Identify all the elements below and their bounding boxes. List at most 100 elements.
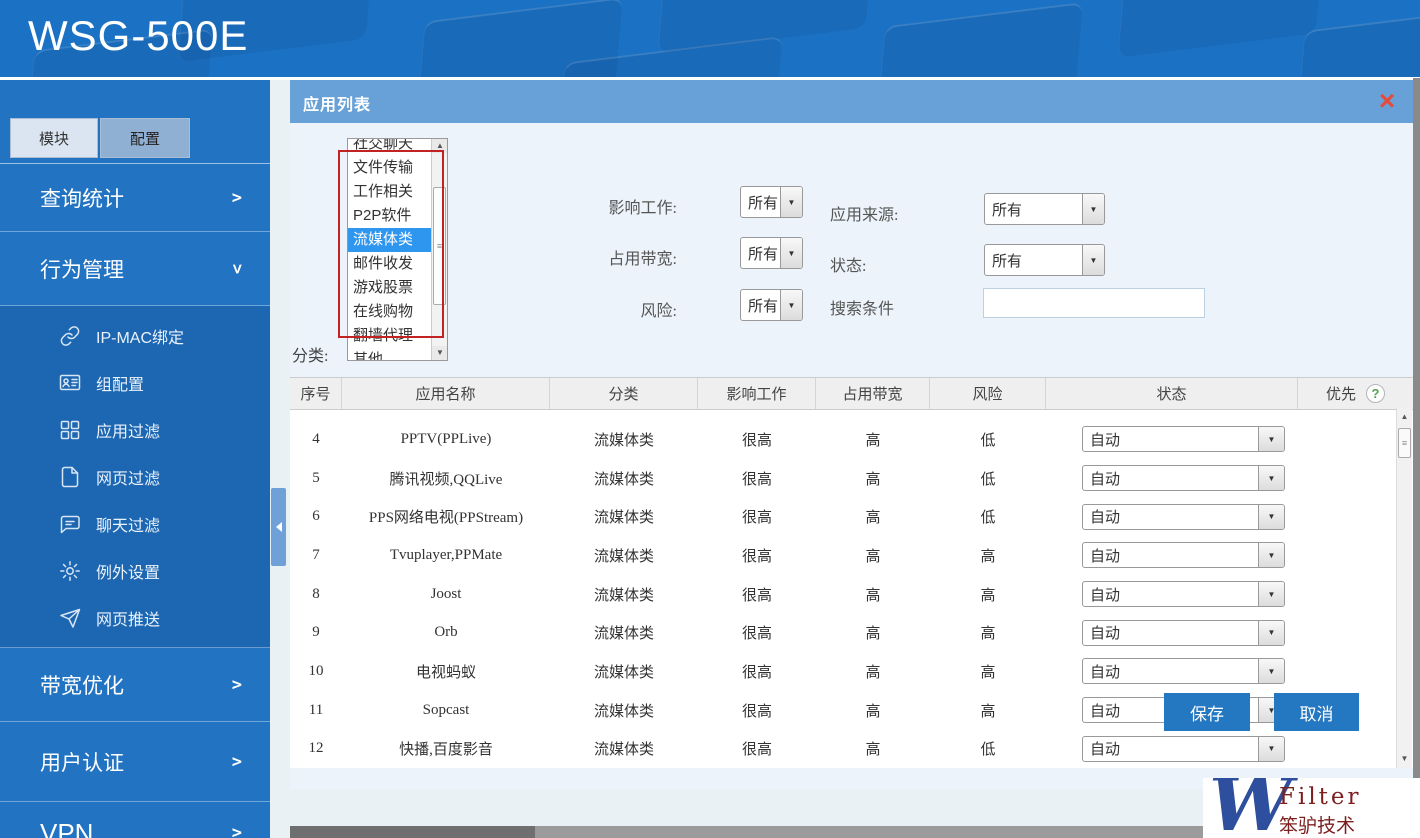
cell-no: 8 [290,586,342,603]
search-label: 搜索条件 [830,295,960,319]
column-header-impact: 影响工作 [698,378,816,409]
chevron-down-icon[interactable]: ▼ [1258,737,1284,761]
sidebar-item-ip-mac-binding[interactable]: IP-MAC绑定 [0,312,270,359]
sidebar-item-group-config[interactable]: 组配置 [0,359,270,406]
chevron-down-icon[interactable]: ▼ [1082,194,1104,224]
chat-icon [58,512,82,536]
grip-icon: ≡ [1402,438,1407,448]
chevron-right-icon: > [232,188,242,208]
bandwidth-select[interactable]: 所有 ▼ [740,237,803,269]
sidebar-collapse-handle[interactable] [271,488,286,566]
filter-label-status: 状态: [830,252,960,276]
scroll-up-icon[interactable]: ▲ [432,139,448,153]
list-item[interactable]: 邮件收发 [348,252,431,276]
list-item[interactable]: 在线购物 [348,300,431,324]
chevron-down-icon[interactable]: ▼ [1082,245,1104,275]
cell-no: 10 [290,663,342,680]
list-item-selected[interactable]: 流媒体类 [348,228,431,252]
list-item[interactable]: P2P软件 [348,204,431,228]
sidebar-item-label: 例外设置 [96,559,160,583]
list-item[interactable]: 文件传输 [348,156,431,180]
sidebar-item-app-filter[interactable]: 应用过滤 [0,406,270,453]
risk-select[interactable]: 所有 ▼ [740,289,803,321]
save-button[interactable]: 保存 [1164,693,1250,731]
select-value: 所有 [741,187,780,217]
chevron-down-icon[interactable]: ▼ [1258,466,1284,490]
help-icon[interactable]: ? [1366,384,1385,403]
status-select[interactable]: 自动▼ [1082,581,1285,607]
status-select[interactable]: 自动▼ [1082,658,1285,684]
table-vertical-scrollbar[interactable]: ▲ ≡ ▼ [1396,408,1412,768]
chevron-down-icon[interactable]: ▼ [780,290,802,320]
sidebar-item-web-filter[interactable]: 网页过滤 [0,453,270,500]
scroll-down-icon[interactable]: ▼ [1397,752,1412,766]
close-icon[interactable]: × [1370,84,1404,118]
cell-category: 流媒体类 [550,661,698,682]
table-scrollbar-thumb[interactable]: ≡ [1398,428,1411,458]
collapse-left-icon [276,522,282,532]
category-listbox[interactable]: 社交聊天 文件传输 工作相关 P2P软件 流媒体类 邮件收发 游戏股票 在线购物… [347,138,448,361]
list-item[interactable]: 游戏股票 [348,276,431,300]
select-value: 自动 [1083,427,1258,451]
chevron-down-icon[interactable]: ▼ [1258,582,1284,606]
chevron-down-icon[interactable]: ▼ [1258,621,1284,645]
cell-category: 流媒体类 [550,738,698,759]
cancel-button[interactable]: 取消 [1274,693,1359,731]
status-select[interactable]: 自动▼ [1082,465,1285,491]
listbox-scrollbar[interactable]: ▲ ≡ ▼ [431,139,447,360]
sidebar-item-chat-filter[interactable]: 聊天过滤 [0,500,270,547]
cell-category: 流媒体类 [550,468,698,489]
app-list-panel: 应用列表 × 社交聊天 文件传输 工作相关 P2P软件 流媒体类 邮件收发 游戏… [290,80,1413,790]
cell-bandwidth: 高 [816,622,930,643]
chevron-down-icon[interactable]: ▼ [780,238,802,268]
select-value: 自动 [1083,582,1258,606]
sidebar-item-label: 网页过滤 [96,465,160,489]
cell-impact: 很高 [698,738,816,759]
sidebar-item-behavior-mgmt[interactable]: 行为管理 > [0,232,270,306]
search-input[interactable] [983,288,1205,318]
chevron-down-icon[interactable]: ▼ [1258,543,1284,567]
horizontal-scrollbar-thumb[interactable] [290,826,535,838]
list-item[interactable]: 翻墙代理 [348,324,431,348]
scroll-down-icon[interactable]: ▼ [432,346,448,360]
list-item[interactable]: 工作相关 [348,180,431,204]
sidebar-item-query-stats[interactable]: 查询统计 > [0,164,270,232]
select-value: 自动 [1083,737,1258,761]
cell-bandwidth: 高 [816,661,930,682]
impact-select[interactable]: 所有 ▼ [740,186,803,218]
chevron-down-icon[interactable]: ▼ [780,187,802,217]
scroll-up-icon[interactable]: ▲ [1397,410,1412,424]
sidebar-item-bandwidth-opt[interactable]: 带宽优化 > [0,648,270,722]
tab-config[interactable]: 配置 [100,118,190,158]
sidebar-item-web-push[interactable]: 网页推送 [0,594,270,641]
list-item[interactable]: 其他 [348,348,431,360]
source-select[interactable]: 所有 ▼ [984,193,1105,225]
sidebar-item-exception-settings[interactable]: 例外设置 [0,547,270,594]
status-select[interactable]: 自动▼ [1082,736,1285,762]
status-select[interactable]: 自动▼ [1082,542,1285,568]
table-row: 12 快播,百度影音 流媒体类 很高 高 低 自动▼ [290,729,1413,768]
sidebar-nav: 查询统计 > 行为管理 > IP-MAC绑定 组配置 应用过滤 网页过滤 [0,163,270,838]
sidebar-item-user-auth[interactable]: 用户认证 > [0,722,270,802]
chevron-down-icon[interactable]: ▼ [1258,505,1284,529]
status-select[interactable]: 自动▼ [1082,504,1285,530]
grip-icon: ≡ [437,241,442,251]
status-filter-select[interactable]: 所有 ▼ [984,244,1105,276]
cell-risk: 低 [930,468,1046,489]
cell-no: 7 [290,547,342,564]
table-row: 4 PPTV(PPLive) 流媒体类 很高 高 低 自动▼ [290,420,1413,459]
cell-bandwidth: 高 [816,545,930,566]
chevron-down-icon[interactable]: ▼ [1258,427,1284,451]
sidebar-item-label: 查询统计 [40,183,124,213]
sidebar-item-label: 行为管理 [40,254,124,284]
table-row: 10 电视蚂蚁 流媒体类 很高 高 高 自动▼ [290,652,1413,691]
tab-module[interactable]: 模块 [10,118,98,158]
status-select[interactable]: 自动▼ [1082,426,1285,452]
cell-risk: 低 [930,506,1046,527]
list-item[interactable]: 社交聊天 [348,139,431,156]
listbox-scrollbar-thumb[interactable]: ≡ [433,187,446,305]
status-select[interactable]: 自动▼ [1082,620,1285,646]
chevron-down-icon[interactable]: ▼ [1258,659,1284,683]
sidebar-item-vpn[interactable]: VPN > [0,802,270,838]
cell-risk: 高 [930,622,1046,643]
